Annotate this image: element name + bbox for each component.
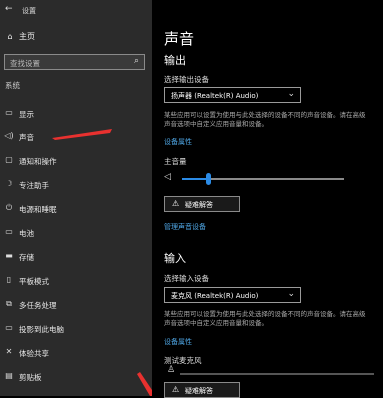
search-icon[interactable]: ⌕ xyxy=(134,56,139,66)
title-bar: ← 设置 xyxy=(0,0,152,20)
output-heading: 输出 xyxy=(164,54,186,67)
battery-icon: ▭ xyxy=(5,227,13,236)
sidebar-item-label: 剪贴板 xyxy=(19,373,42,382)
sidebar-item-multitasking[interactable]: ⧉ 多任务处理 xyxy=(0,295,152,315)
speaker-icon: ◁) xyxy=(4,131,14,140)
home-nav-item[interactable]: ⌂ 主页 xyxy=(5,31,35,42)
window-title: 设置 xyxy=(22,7,36,15)
input-device-label: 选择输入设备 xyxy=(164,274,209,283)
warning-icon: ⚠ xyxy=(172,199,180,208)
sidebar-item-label: 通知和操作 xyxy=(19,157,57,166)
slider-fill xyxy=(182,178,208,180)
home-icon: ⌂ xyxy=(7,32,13,41)
sidebar-item-label: 声音 xyxy=(19,133,34,142)
sidebar-item-label: 体验共享 xyxy=(19,349,49,358)
output-device-select[interactable]: 扬声器 (Realtek(R) Audio) ⌄ xyxy=(164,87,301,103)
manage-sound-devices-link[interactable]: 管理声音设备 xyxy=(164,222,206,232)
output-description: 某些应用可以设置为使用与此处选择的设备不同的声音设备。请在高级声音选项中自定义应… xyxy=(164,111,366,128)
speaker-icon[interactable]: ◁ xyxy=(164,172,171,182)
sidebar-item-focus-assist[interactable]: ☽ 专注助手 xyxy=(0,175,152,195)
sidebar-item-display[interactable]: ▭ 显示 xyxy=(0,104,152,124)
section-label-system: 系统 xyxy=(5,81,20,90)
slider-track[interactable] xyxy=(182,173,344,185)
troubleshoot-label: 疑难解答 xyxy=(185,201,213,209)
tablet-icon: ▯ xyxy=(6,275,12,284)
microphone-level-meter: ♙ xyxy=(164,365,374,379)
sidebar-item-label: 存储 xyxy=(19,253,34,262)
sidebar-item-storage[interactable]: ▬ 存储 xyxy=(0,247,152,267)
output-device-value: 扬声器 (Realtek(R) Audio) xyxy=(171,92,259,100)
output-properties-link[interactable]: 设备属性 xyxy=(164,137,192,147)
input-device-select[interactable]: 麦克风 (Realtek(R) Audio) ⌄ xyxy=(164,287,301,303)
microphone-icon: ♙ xyxy=(167,365,176,375)
sidebar-item-notifications[interactable]: ▢ 通知和操作 xyxy=(0,151,152,171)
sidebar-item-shared-experiences[interactable]: ✕ 体验共享 xyxy=(0,343,152,363)
sidebar-item-label: 平板模式 xyxy=(19,277,49,286)
sidebar: ← 设置 ⌂ 主页 查找设置 ⌕ 系统 ▭ 显示 ◁) 声音 ▢ 通知和操作 ☽ … xyxy=(0,0,152,396)
sidebar-item-projecting[interactable]: ▭ 投影到此电脑 xyxy=(0,319,152,339)
back-arrow-icon[interactable]: ← xyxy=(5,4,13,14)
sidebar-item-tablet-mode[interactable]: ▯ 平板模式 xyxy=(0,271,152,291)
project-icon: ▭ xyxy=(5,323,13,332)
home-label: 主页 xyxy=(19,32,35,41)
chevron-down-icon: ⌄ xyxy=(287,89,295,99)
sidebar-item-label: 显示 xyxy=(19,110,34,119)
output-device-label: 选择输出设备 xyxy=(164,75,209,84)
sidebar-item-clipboard[interactable]: ▤ 剪贴板 xyxy=(0,367,152,387)
share-icon: ✕ xyxy=(5,347,13,356)
sidebar-item-label: 电池 xyxy=(19,229,34,238)
master-volume-slider[interactable]: ◁ 16 xyxy=(164,172,383,186)
sidebar-item-label: 专注助手 xyxy=(19,181,49,190)
master-volume-label: 主音量 xyxy=(164,157,187,166)
input-properties-link[interactable]: 设备属性 xyxy=(164,337,192,347)
search-input[interactable]: 查找设置 ⌕ xyxy=(4,54,145,70)
sidebar-item-power[interactable]: ⏻ 电源和睡眠 xyxy=(0,199,152,219)
sidebar-item-label: 多任务处理 xyxy=(19,301,57,310)
output-troubleshoot-button[interactable]: ⚠ 疑难解答 xyxy=(164,196,240,212)
level-bar xyxy=(180,373,374,375)
multitask-icon: ⧉ xyxy=(6,299,12,308)
slider-thumb[interactable] xyxy=(206,173,211,185)
input-description: 某些应用可以设置为使用与此处选择的设备不同的声音设备。请在高级声音选项中自定义应… xyxy=(164,310,366,327)
troubleshoot-label: 疑难解答 xyxy=(185,387,213,395)
input-device-value: 麦克风 (Realtek(R) Audio) xyxy=(171,292,259,300)
warning-icon: ⚠ xyxy=(172,385,180,394)
moon-icon: ☽ xyxy=(5,179,13,188)
search-placeholder: 查找设置 xyxy=(10,59,40,68)
sidebar-item-label: 投影到此电脑 xyxy=(19,325,64,334)
sidebar-item-label: 电源和睡眠 xyxy=(19,205,57,214)
page-title: 声音 xyxy=(164,30,195,48)
storage-icon: ▬ xyxy=(5,251,13,260)
input-heading: 输入 xyxy=(164,252,186,265)
chevron-down-icon: ⌄ xyxy=(287,289,295,299)
notification-icon: ▢ xyxy=(5,155,13,164)
display-icon: ▭ xyxy=(5,108,13,117)
sidebar-item-battery[interactable]: ▭ 电池 xyxy=(0,223,152,243)
sidebar-item-sound[interactable]: ◁) 声音 xyxy=(0,127,152,147)
power-icon: ⏻ xyxy=(5,203,13,212)
clipboard-icon: ▤ xyxy=(5,371,13,380)
